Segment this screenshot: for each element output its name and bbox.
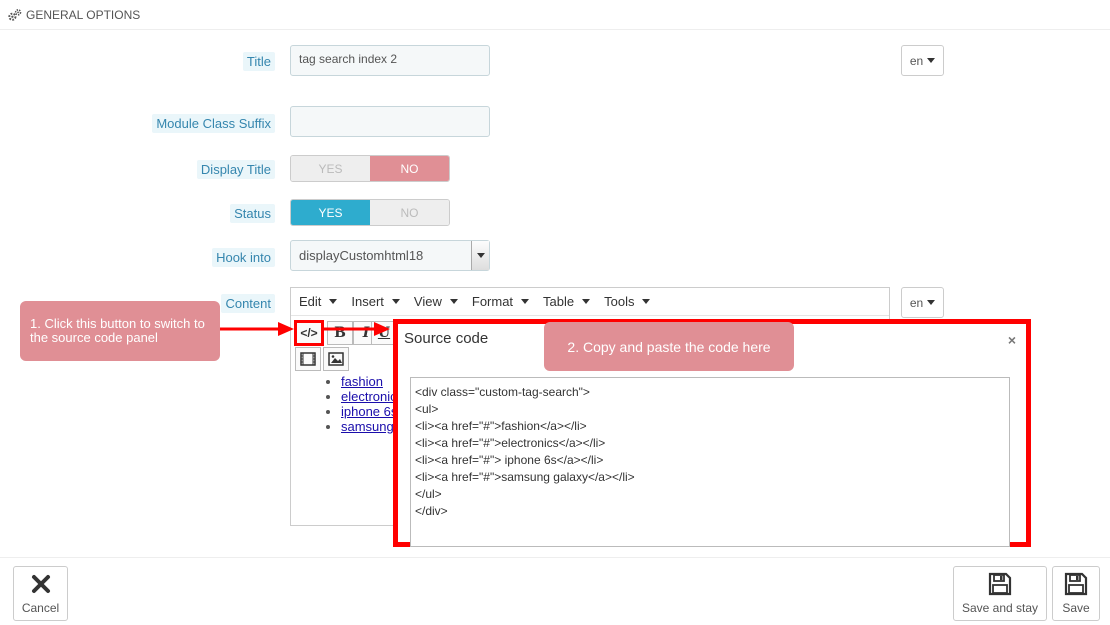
menu-tools[interactable]: Tools <box>604 294 651 309</box>
title-input[interactable]: tag search index 2 <box>290 45 490 76</box>
chevron-down-icon <box>927 58 936 63</box>
video-icon[interactable] <box>295 347 321 371</box>
close-icon[interactable]: × <box>1008 332 1016 348</box>
hook-value: displayCustomhtml18 <box>299 248 424 263</box>
select-arrow-icon[interactable] <box>471 241 489 270</box>
lang-code: en <box>909 53 924 68</box>
callout-step-2: 2. Copy and paste the code here <box>544 322 794 371</box>
display-title-yes[interactable]: YES <box>291 156 370 181</box>
hook-label: Hook into <box>212 248 275 267</box>
status-switch[interactable]: YES NO <box>290 199 450 226</box>
link-samsung[interactable]: samsung <box>341 419 394 434</box>
suffix-label: Module Class Suffix <box>152 114 275 133</box>
content-label: Content <box>221 294 275 313</box>
menu-insert[interactable]: Insert <box>351 294 400 309</box>
close-icon <box>31 575 50 593</box>
link-fashion[interactable]: fashion <box>341 374 383 389</box>
modal-title: Source code <box>404 330 489 347</box>
panel-footer <box>0 557 1110 625</box>
hook-select[interactable]: displayCustomhtml18 <box>290 240 490 271</box>
menu-table[interactable]: Table <box>543 294 591 309</box>
editor-menubar: Edit Insert View Format Table Tools <box>291 288 889 316</box>
floppy-disk-icon <box>1064 572 1088 596</box>
save-and-stay-button[interactable]: Save and stay <box>953 566 1047 621</box>
callout-step-1-text: 1. Click this button to switch to the so… <box>30 316 205 345</box>
cancel-label: Cancel <box>21 601 60 615</box>
content-lang-dropdown[interactable]: en <box>901 287 944 318</box>
menu-view[interactable]: View <box>414 294 458 309</box>
lang-code: en <box>909 295 924 310</box>
title-label: Title <box>242 52 275 71</box>
gears-icon <box>8 8 22 21</box>
suffix-input[interactable] <box>290 106 490 137</box>
display-title-label: Display Title <box>196 160 275 179</box>
menu-format[interactable]: Format <box>472 294 530 309</box>
panel-heading: GENERAL OPTIONS <box>0 0 1110 30</box>
cancel-button[interactable]: Cancel <box>13 566 68 621</box>
source-code-textarea[interactable]: <div class="custom-tag-search"> <ul> <li… <box>410 377 1010 547</box>
bold-button[interactable]: B <box>327 321 353 345</box>
display-title-no[interactable]: NO <box>370 156 449 181</box>
display-title-switch[interactable]: YES NO <box>290 155 450 182</box>
save-and-stay-label: Save and stay <box>961 601 1039 615</box>
status-label: Status <box>230 204 275 223</box>
link-iphone[interactable]: iphone 6s <box>341 404 397 419</box>
save-label: Save <box>1062 601 1090 615</box>
status-yes[interactable]: YES <box>291 200 370 225</box>
source-code-icon[interactable]: </> <box>294 320 324 346</box>
status-no[interactable]: NO <box>370 200 449 225</box>
callout-step-1: 1. Click this button to switch to the so… <box>20 301 220 361</box>
title-lang-dropdown[interactable]: en <box>901 45 944 76</box>
link-electronics[interactable]: electronic <box>341 389 397 404</box>
menu-edit[interactable]: Edit <box>299 294 338 309</box>
panel-title: GENERAL OPTIONS <box>26 7 141 22</box>
chevron-down-icon <box>927 300 936 305</box>
image-icon[interactable] <box>323 347 349 371</box>
callout-step-2-text: 2. Copy and paste the code here <box>567 338 771 355</box>
floppy-disk-icon <box>988 572 1012 596</box>
save-button[interactable]: Save <box>1052 566 1100 621</box>
